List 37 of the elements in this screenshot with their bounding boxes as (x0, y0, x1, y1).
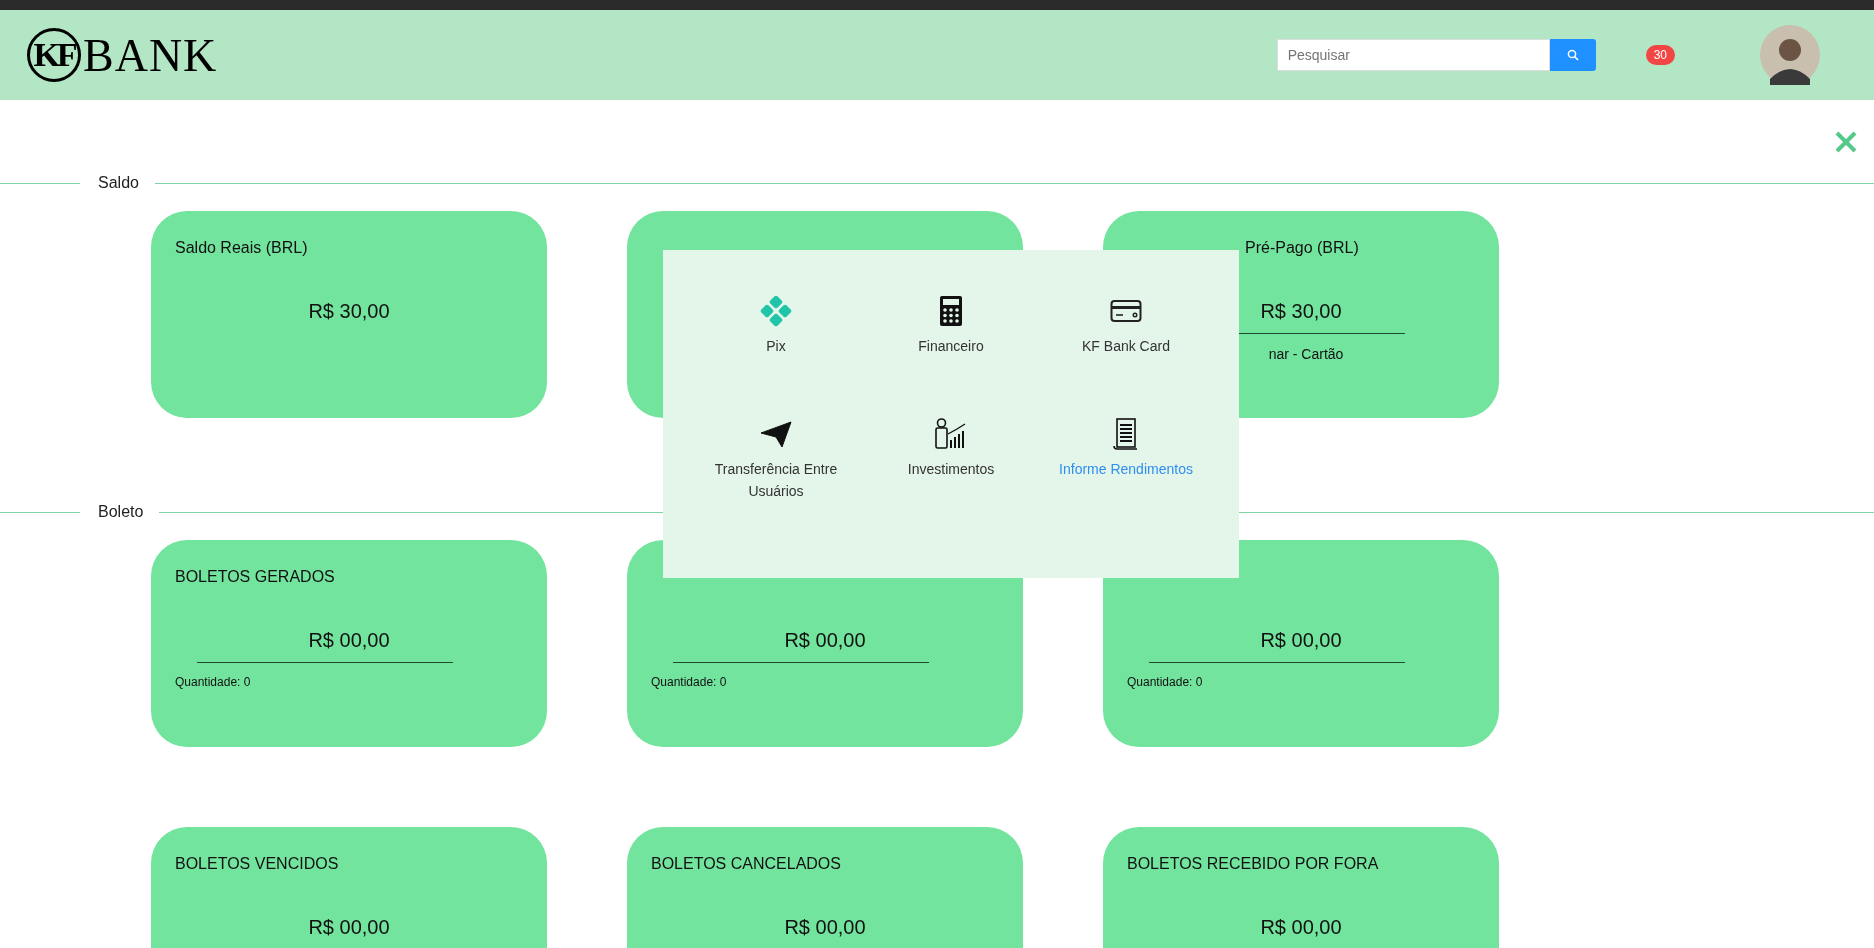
calculator-icon (939, 295, 963, 327)
card-title: BOLETOS RECEBIDO POR FORA (1127, 855, 1379, 872)
document-icon (1113, 418, 1139, 450)
amount: R$ 00,00 (784, 916, 866, 939)
amount: R$ 00,00 (1260, 629, 1342, 652)
logo[interactable]: KF BANK (27, 28, 218, 82)
paper-plane-icon (760, 418, 792, 450)
card-title: Saldo Reais (BRL) (175, 239, 308, 256)
section-title: Boleto (97, 503, 145, 521)
card-title: BOLETOS CANCELADOS (651, 855, 841, 872)
close-icon[interactable] (1834, 129, 1858, 154)
card-title: BOLETOS VENCIDOS (175, 855, 339, 872)
card-caption: Quantidade: 0 (651, 675, 728, 689)
notification-badge[interactable]: 30 (1645, 45, 1675, 65)
amount: R$ 00,00 (784, 629, 866, 652)
card-caption: Quantidade: 0 (1127, 675, 1204, 689)
menu-item[interactable]: Pix (766, 335, 786, 357)
investment-chart-icon (935, 418, 967, 450)
search-button[interactable] (1549, 39, 1596, 71)
diamond-icon (760, 295, 792, 327)
amount: R$ 00,00 (1260, 916, 1342, 939)
menu-item[interactable]: Financeiro (918, 335, 984, 357)
avatar-icon[interactable] (1760, 25, 1820, 85)
section-title: Saldo (97, 174, 140, 192)
amount: R$ 30,00 (308, 300, 390, 323)
card-caption: Quantidade: 0 (175, 675, 252, 689)
card-title: Pré-Pago (BRL) (1245, 239, 1359, 256)
card-caption: nar - Cartão (1268, 346, 1344, 362)
menu-item[interactable]: Investimentos (907, 458, 995, 480)
search-icon (1566, 49, 1579, 61)
search-field[interactable]: Pesquisar (1276, 39, 1550, 71)
card-title: BOLETOS GERADOS (175, 568, 335, 585)
amount: R$ 00,00 (308, 629, 390, 652)
menu-item[interactable]: Transferência Entre Usuários (701, 458, 851, 502)
menu-item[interactable]: KF Bank Card (1082, 335, 1170, 357)
amount: R$ 30,00 (1260, 300, 1342, 323)
amount: R$ 00,00 (308, 916, 390, 939)
